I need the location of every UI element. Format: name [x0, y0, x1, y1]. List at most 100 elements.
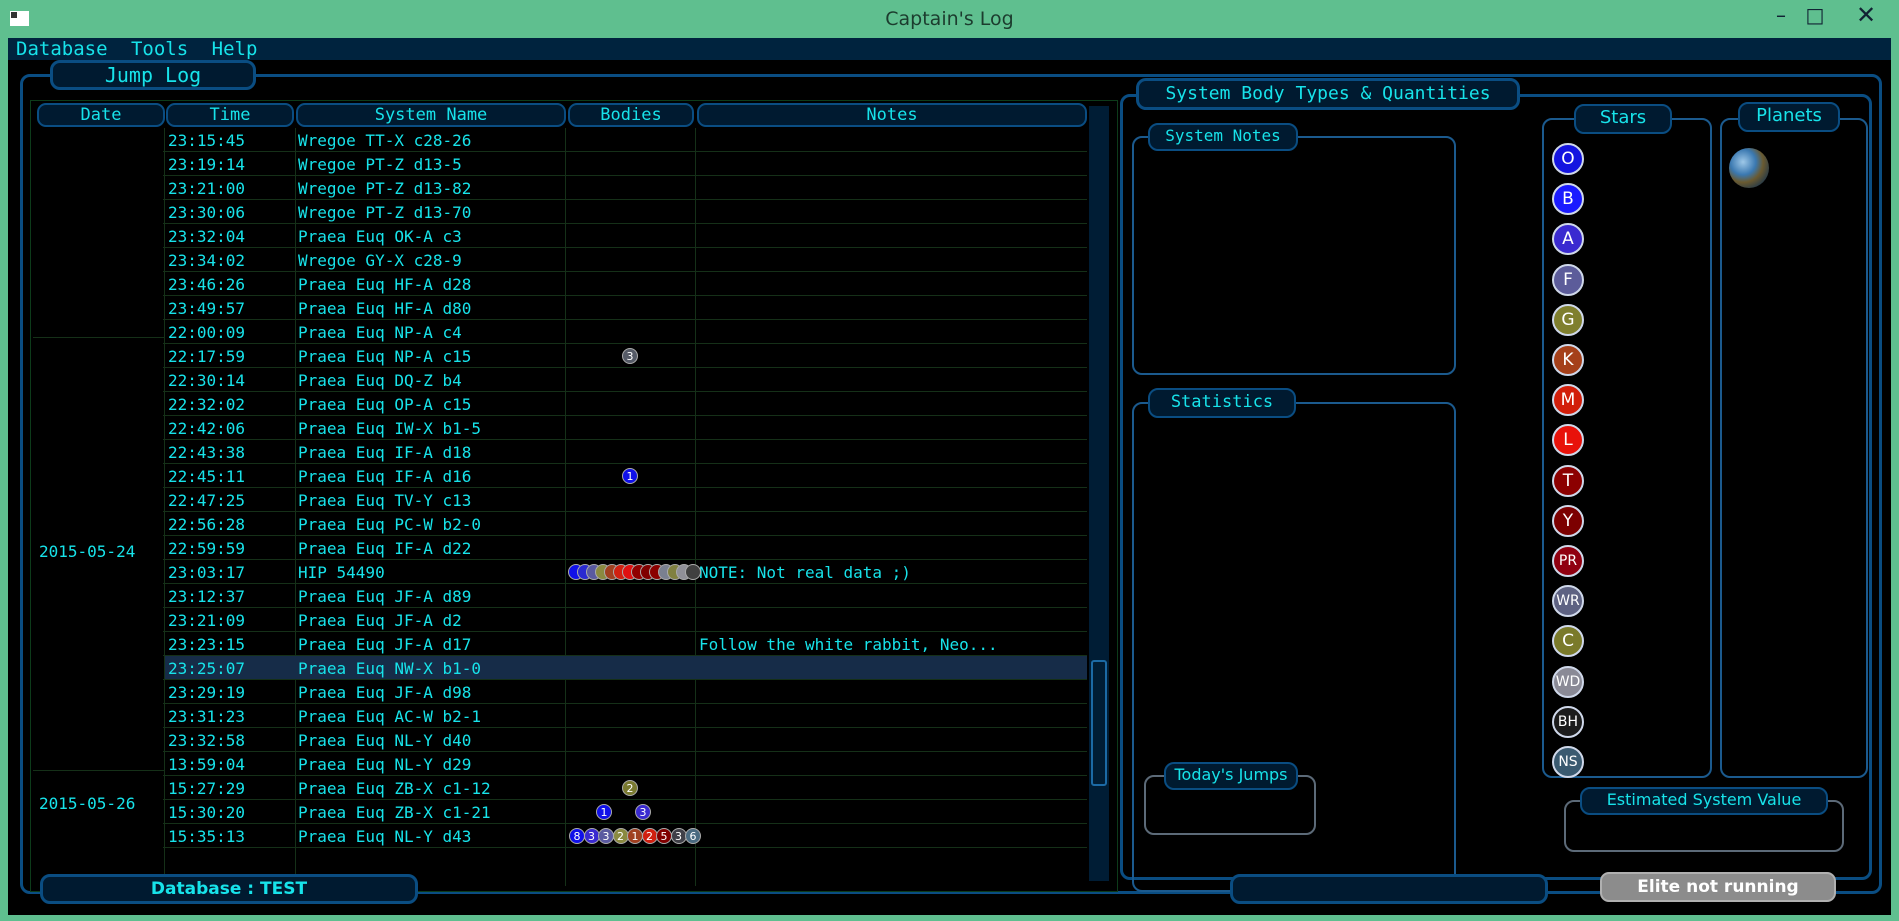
body-badge: 3 — [598, 828, 614, 844]
row-system-name: HIP 54490 — [298, 563, 385, 582]
star-type-icon[interactable]: WD — [1552, 665, 1584, 698]
row-system-name: Wregoe GY-X c28-9 — [298, 251, 462, 270]
column-header-bodies[interactable]: Bodies — [568, 103, 694, 127]
body-types-title: System Body Types & Quantities — [1136, 78, 1520, 110]
star-type-icon[interactable]: WR — [1552, 585, 1584, 618]
system-notes-title: System Notes — [1148, 123, 1298, 151]
row-time: 23:21:09 — [168, 611, 246, 630]
star-type-icon[interactable]: PR — [1552, 545, 1584, 577]
row-time: 22:30:14 — [168, 371, 246, 390]
statistics-title: Statistics — [1148, 388, 1296, 418]
menu-tools[interactable]: Tools — [123, 38, 188, 60]
row-system-name: Praea Euq DQ-Z b4 — [298, 371, 462, 390]
row-time: 22:17:59 — [168, 347, 246, 366]
scrollbar-thumb[interactable] — [1091, 660, 1107, 786]
row-system-name: Praea Euq IF-A d22 — [298, 539, 472, 558]
row-system-name: Praea Euq JF-A d98 — [298, 683, 472, 702]
row-system-name: Wregoe TT-X c28-26 — [298, 131, 472, 150]
row-time: 23:32:58 — [168, 731, 246, 750]
body-badge: 2 — [622, 780, 638, 796]
row-time: 23:32:04 — [168, 227, 246, 246]
row-time: 23:49:57 — [168, 299, 246, 318]
row-time: 22:47:25 — [168, 491, 246, 510]
body-badge: 1 — [596, 804, 612, 820]
row-system-name: Praea Euq HF-A d80 — [298, 299, 472, 318]
star-type-icon[interactable]: BH — [1552, 705, 1584, 738]
row-system-name: Praea Euq IF-A d16 — [298, 467, 472, 486]
window-title: Captain's Log — [885, 8, 1014, 30]
close-icon[interactable]: ✕ — [1845, 0, 1887, 34]
menu-bar: Database Tools Help — [8, 38, 1891, 60]
column-header-date[interactable]: Date — [37, 103, 165, 127]
star-type-icon[interactable]: T — [1552, 464, 1584, 497]
row-system-name: Wregoe PT-Z d13-82 — [298, 179, 472, 198]
row-system-name: Praea Euq OP-A c15 — [298, 395, 472, 414]
row-system-name: Praea Euq IF-A d18 — [298, 443, 472, 462]
row-time: 22:59:59 — [168, 539, 246, 558]
estimated-value-title: Estimated System Value — [1580, 787, 1828, 815]
star-type-icon[interactable]: Y — [1552, 504, 1584, 537]
row-system-name: Praea Euq OK-A c3 — [298, 227, 462, 246]
star-type-icon[interactable]: G — [1552, 303, 1584, 336]
row-time: 23:46:26 — [168, 275, 246, 294]
column-header-system-name[interactable]: System Name — [296, 103, 566, 127]
row-time: 23:19:14 — [168, 155, 246, 174]
row-system-name: Praea Euq TV-Y c13 — [298, 491, 472, 510]
row-system-name: Praea Euq ZB-X c1-12 — [298, 779, 491, 798]
system-notes-panel — [1132, 136, 1456, 375]
row-system-name: Praea Euq IW-X b1-5 — [298, 419, 482, 438]
star-type-icon[interactable]: O — [1552, 143, 1584, 175]
row-time: 22:00:09 — [168, 323, 246, 342]
menu-help[interactable]: Help — [204, 38, 258, 60]
row-time: 22:32:02 — [168, 395, 246, 414]
todays-jumps-title: Today's Jumps — [1164, 762, 1298, 790]
row-time: 23:03:17 — [168, 563, 246, 582]
row-system-name: Praea Euq JF-A d17 — [298, 635, 472, 654]
body-badge: 6 — [685, 828, 701, 844]
row-time: 23:25:07 — [168, 659, 246, 678]
body-badge: 1 — [627, 828, 643, 844]
row-time: 23:15:45 — [168, 131, 246, 150]
earth-like-world-icon[interactable] — [1729, 148, 1769, 188]
row-time: 13:59:04 — [168, 755, 246, 774]
row-system-name: Praea Euq NL-Y d43 — [298, 827, 472, 846]
database-status: Database : TEST — [40, 874, 418, 904]
star-type-icon[interactable]: M — [1552, 384, 1584, 417]
jump-log-title: Jump Log — [50, 60, 256, 90]
row-system-name: Praea Euq NW-X b1-0 — [298, 659, 482, 678]
row-system-name: Praea Euq NP-A c4 — [298, 323, 462, 342]
row-time: 22:45:11 — [168, 467, 246, 486]
star-type-icon[interactable]: NS — [1552, 746, 1584, 778]
row-time: 22:42:06 — [168, 419, 246, 438]
row-system-name: Praea Euq NP-A c15 — [298, 347, 472, 366]
row-time: 22:56:28 — [168, 515, 246, 534]
elite-status-indicator: Elite not running — [1600, 872, 1836, 902]
row-time: 23:31:23 — [168, 707, 246, 726]
column-header-notes[interactable]: Notes — [697, 103, 1087, 127]
row-time: 22:43:38 — [168, 443, 246, 462]
date-group-label: 2015-05-24 — [39, 542, 136, 561]
row-system-name: Praea Euq PC-W b2-0 — [298, 515, 482, 534]
body-badge: 5 — [656, 828, 672, 844]
body-badge: 1 — [622, 468, 638, 484]
star-type-icon[interactable]: K — [1552, 344, 1584, 376]
row-system-name: Wregoe PT-Z d13-5 — [298, 155, 462, 174]
menu-database[interactable]: Database — [8, 38, 108, 60]
row-time: 15:27:29 — [168, 779, 246, 798]
row-system-name: Praea Euq ZB-X c1-21 — [298, 803, 491, 822]
row-system-name: Praea Euq JF-A d89 — [298, 587, 472, 606]
body-badge — [685, 564, 701, 580]
maximize-icon[interactable]: □ — [1794, 0, 1836, 34]
column-header-time[interactable]: Time — [166, 103, 294, 127]
date-group-label: 2015-05-26 — [39, 794, 136, 813]
row-time: 23:29:19 — [168, 683, 246, 702]
app-window: Database Tools Help Jump Log Date Time S… — [8, 38, 1891, 915]
row-system-name: Praea Euq HF-A d28 — [298, 275, 472, 294]
star-type-icon[interactable]: B — [1552, 183, 1584, 216]
row-time: 15:35:13 — [168, 827, 246, 846]
star-type-icon[interactable]: F — [1552, 263, 1584, 296]
row-system-name: Wregoe PT-Z d13-70 — [298, 203, 472, 222]
row-notes: NOTE: Not real data ;) — [699, 563, 911, 582]
body-badge: 8 — [569, 828, 585, 844]
row-time: 23:34:02 — [168, 251, 246, 270]
